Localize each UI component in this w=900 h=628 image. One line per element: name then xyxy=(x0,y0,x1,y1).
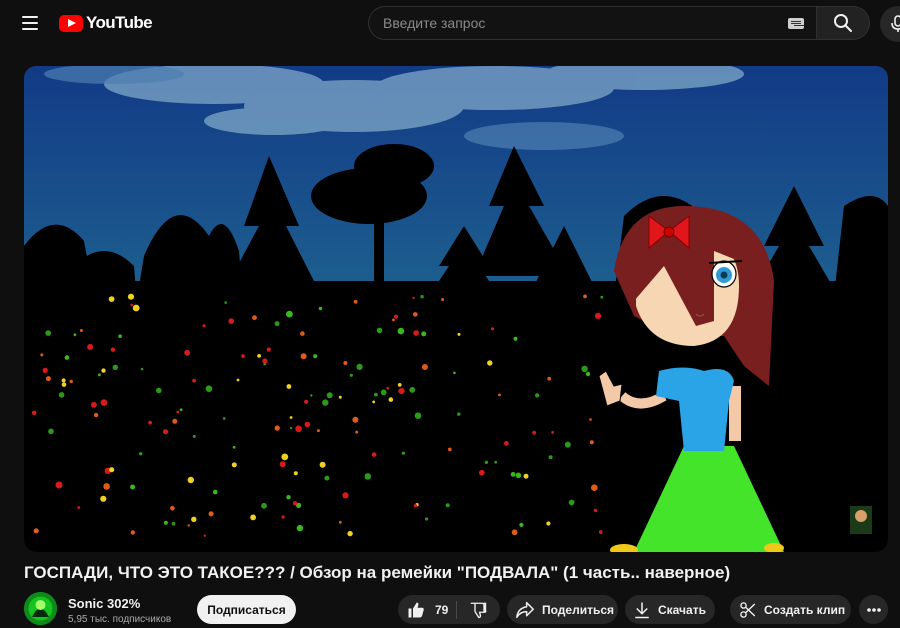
download-label: Скачать xyxy=(658,602,706,617)
youtube-logo-icon xyxy=(59,14,83,32)
like-button[interactable]: 79 xyxy=(398,595,456,624)
video-player[interactable] xyxy=(24,66,888,552)
owner-and-actions-row: Sonic 302% 5,95 тыс. подписчиков Подписа… xyxy=(24,590,900,628)
share-label: Поделиться xyxy=(542,602,615,617)
share-button[interactable]: Поделиться xyxy=(507,595,618,624)
dislike-icon xyxy=(470,602,487,618)
search-bar xyxy=(368,6,870,40)
menu-icon[interactable] xyxy=(14,7,46,39)
youtube-logo[interactable]: YouTube xyxy=(59,12,153,34)
channel-name[interactable]: Sonic 302% xyxy=(68,596,140,611)
create-clip-button[interactable]: Создать клип xyxy=(730,595,851,624)
mic-icon xyxy=(891,15,900,32)
voice-search-button[interactable] xyxy=(880,6,900,42)
masthead: YouTube xyxy=(0,0,900,46)
keyboard-icon[interactable] xyxy=(788,17,804,29)
download-icon xyxy=(635,602,649,618)
search-box[interactable] xyxy=(368,6,816,40)
like-icon xyxy=(408,602,424,617)
more-actions-button[interactable] xyxy=(859,595,888,624)
video-title: ГОСПАДИ, ЧТО ЭТО ТАКОЕ??? / Обзор на рем… xyxy=(24,563,731,582)
scissors-icon xyxy=(740,601,756,618)
like-count: 79 xyxy=(435,602,449,617)
more-icon xyxy=(866,607,881,612)
avatar-image xyxy=(24,592,57,625)
search-icon xyxy=(834,14,852,32)
search-input[interactable] xyxy=(383,15,788,31)
subscriber-count: 5,95 тыс. подписчиков xyxy=(68,614,172,625)
search-button[interactable] xyxy=(816,6,870,40)
video-frame xyxy=(24,66,888,552)
subscribe-button[interactable]: Подписаться xyxy=(197,595,296,624)
logo-text: YouTube xyxy=(86,13,153,32)
like-dislike-group: 79 xyxy=(398,595,500,624)
clip-label: Создать клип xyxy=(764,602,846,617)
share-icon xyxy=(516,601,534,618)
channel-avatar[interactable] xyxy=(24,592,57,625)
download-button[interactable]: Скачать xyxy=(625,595,715,624)
dislike-button[interactable] xyxy=(457,595,499,624)
